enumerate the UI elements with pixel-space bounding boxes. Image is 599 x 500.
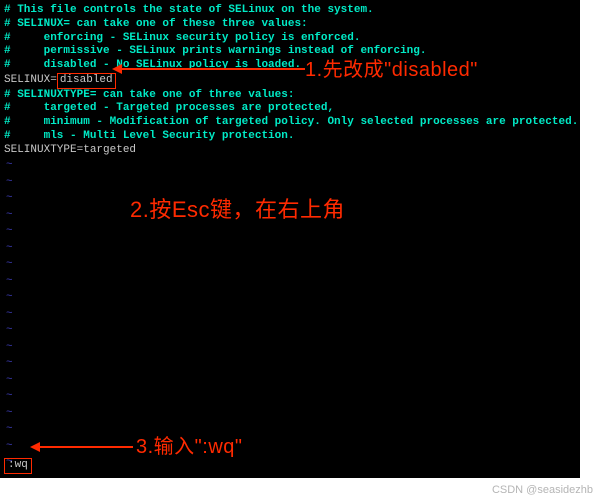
vi-tilde: ~ [6,256,576,273]
annotation-step-1: 1.先改成"disabled" [305,58,478,83]
vi-tilde: ~ [6,240,576,257]
config-comment: # SELINUXTYPE= can take one of three val… [4,89,576,103]
annotation-arrow-3 [38,446,133,448]
vi-tilde: ~ [6,157,576,174]
vi-tilde: ~ [6,223,576,240]
watermark-text: CSDN @seasidezhb [492,484,593,496]
selinux-value-highlight: disabled [57,73,116,89]
vi-tilde: ~ [6,289,576,306]
vi-tilde: ~ [6,388,576,405]
config-comment: # permissive - SELinux prints warnings i… [4,45,576,59]
config-comment: # disabled - No SELinux policy is loaded… [4,59,576,73]
vi-tilde: ~ [6,372,576,389]
annotation-step-2: 2.按Esc键，在右上角 [130,196,345,224]
vi-tilde: ~ [6,339,576,356]
selinux-key: SELINUX= [4,74,57,86]
selinuxtype-setting-line: SELINUXTYPE=targeted [4,144,576,158]
vi-tilde: ~ [6,421,576,438]
annotation-arrow-1 [120,68,305,70]
vi-tilde: ~ [6,454,576,471]
config-comment: # mls - Multi Level Security protection. [4,130,576,144]
config-comment: # enforcing - SELinux security policy is… [4,32,576,46]
config-comment: # This file controls the state of SELinu… [4,4,576,18]
vi-tilde: ~ [6,355,576,372]
terminal-window[interactable]: # This file controls the state of SELinu… [0,0,580,478]
vi-command-line[interactable]: :wq [4,458,32,474]
vi-tilde: ~ [6,322,576,339]
config-comment: # SELINUX= can take one of these three v… [4,18,576,32]
vi-tilde: ~ [6,306,576,323]
vi-tilde: ~ [6,405,576,422]
vi-tilde: ~ [6,273,576,290]
annotation-step-3: 3.输入":wq" [136,435,243,460]
vi-tilde: ~ [6,174,576,191]
config-comment: # minimum - Modification of targeted pol… [4,116,576,130]
config-comment: # targeted - Targeted processes are prot… [4,102,576,116]
selinux-setting-line[interactable]: SELINUX=disabled [4,73,576,89]
